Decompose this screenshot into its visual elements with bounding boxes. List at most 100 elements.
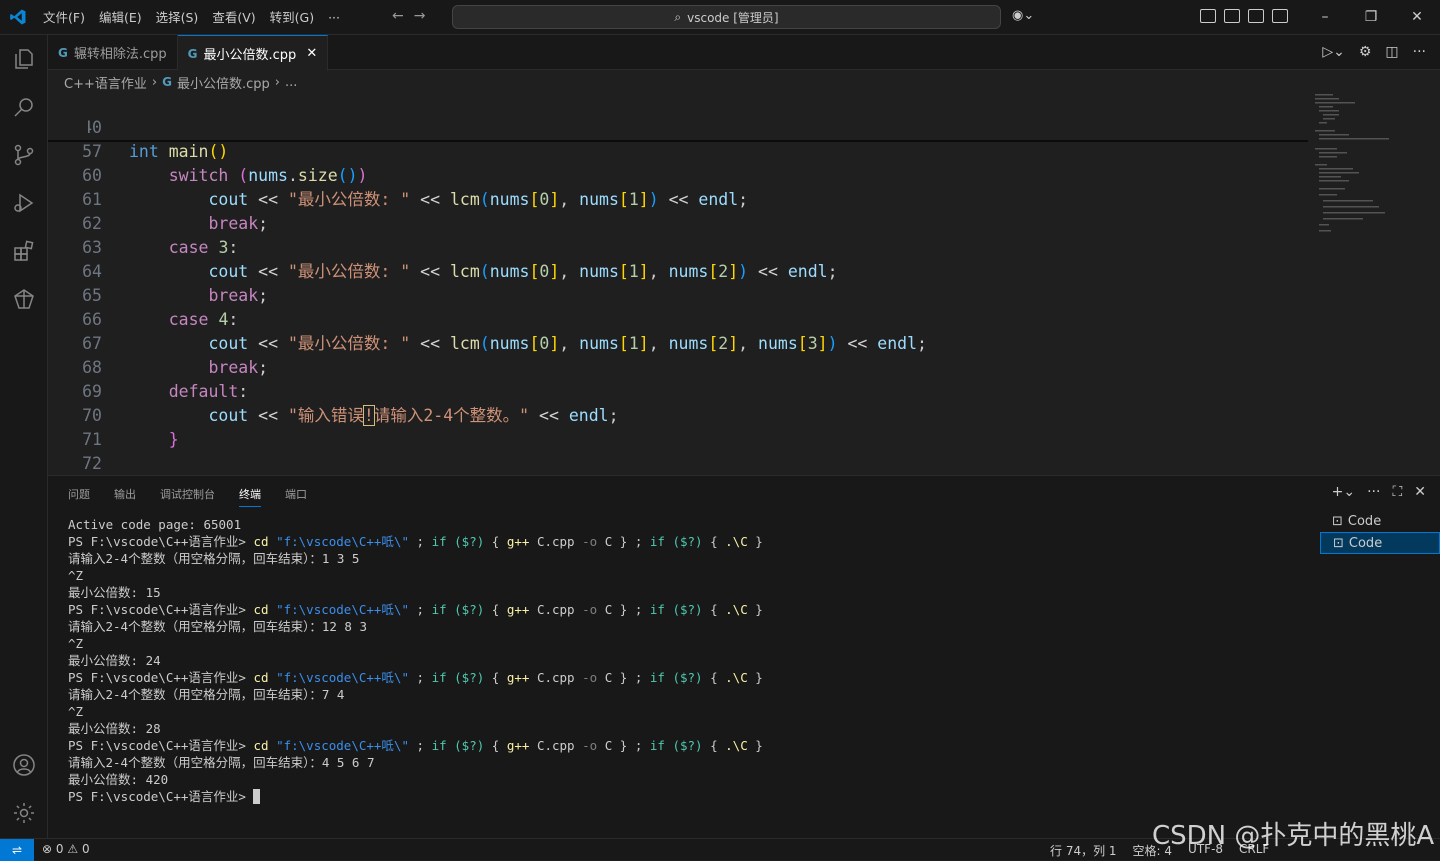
terminal-prompt-text: 请输入2-4个整数（用空格分隔，回车结束）：	[68, 619, 322, 634]
terminal-output[interactable]: Active code page: 65001 PS F:\vscode\C++…	[68, 516, 1298, 805]
problems-status[interactable]: ⊗ 0 ⚠ 0	[42, 842, 90, 856]
error-icon: ⊗	[42, 842, 53, 856]
breadcrumb-file[interactable]: 最小公倍数.cpp	[177, 73, 270, 92]
terminal-text: ($?)	[672, 602, 703, 617]
breadcrumb: C++语言作业 › G 最小公倍数.cpp › ...	[64, 72, 297, 92]
code-line: 71	[48, 404, 102, 449]
restore-icon[interactable]: ❐	[1348, 0, 1394, 35]
extensions-icon[interactable]	[0, 227, 48, 275]
code-token: 3	[807, 334, 818, 353]
terminal-text: ($?)	[672, 534, 703, 549]
run-debug-icon[interactable]	[0, 179, 48, 227]
terminal-item[interactable]: ⊡ Code	[1320, 510, 1440, 532]
terminal-text: ^Z	[68, 636, 84, 651]
code-line: 62 case 3:	[48, 188, 238, 257]
code-token: endl	[568, 406, 609, 425]
terminal-text: C.cpp	[529, 602, 583, 617]
account-icon[interactable]	[0, 741, 48, 789]
activity-bar	[0, 35, 48, 838]
tab-ports[interactable]: 端口	[285, 486, 307, 507]
toggle-panel-icon[interactable]	[1248, 9, 1264, 23]
title-bar: 文件(F) 编辑(E) 选择(S) 查看(V) 转到(G) ··· ← → ⌕ …	[0, 0, 1440, 35]
more-actions-icon[interactable]: ···	[1367, 484, 1380, 500]
search-view-icon[interactable]	[0, 83, 48, 131]
terminal-item-label: Code	[1347, 513, 1382, 529]
menu-more[interactable]: ···	[321, 0, 347, 35]
menu-file[interactable]: 文件(F)	[36, 0, 92, 35]
terminal-text: if	[431, 534, 447, 549]
terminal-icon: ⊡	[1333, 535, 1344, 551]
close-panel-icon[interactable]: ✕	[1414, 484, 1426, 500]
maximize-panel-icon[interactable]: ⛶	[1392, 484, 1402, 500]
menu-edit[interactable]: 编辑(E)	[92, 0, 149, 35]
minimize-icon[interactable]: –	[1302, 0, 1348, 35]
code-token: nums	[489, 262, 530, 281]
source-control-icon[interactable]	[0, 131, 48, 179]
terminal-text: "f:\vscode\C++呧\"	[276, 534, 409, 549]
terminal-text: -o	[582, 602, 598, 617]
cursor-position[interactable]: 行 74，列 1	[1050, 842, 1117, 859]
terminal-text: if	[649, 534, 665, 549]
command-center-search[interactable]: ⌕ vscode [管理员]	[452, 5, 1001, 29]
tab-lcm-file[interactable]: G 最小公倍数.cpp ✕	[177, 35, 329, 71]
split-editor-icon[interactable]: ◫	[1385, 44, 1398, 60]
error-count: 0	[55, 842, 64, 856]
editor-scrollbar[interactable]	[1426, 92, 1440, 475]
terminal-text: -o	[582, 534, 598, 549]
chevron-right-icon: ›	[151, 74, 158, 90]
terminal-text: }	[747, 670, 763, 685]
terminal-text: g++	[506, 738, 530, 753]
breadcrumb-more[interactable]: ...	[285, 75, 297, 90]
code-token: switch	[168, 166, 229, 185]
tab-terminal[interactable]: 终端	[239, 486, 261, 507]
minimap[interactable]	[1313, 92, 1423, 242]
toggle-secondary-sidebar-icon[interactable]	[1272, 9, 1288, 23]
code-token: 1	[628, 262, 639, 281]
settings-icon[interactable]: ⚙	[1359, 44, 1372, 60]
terminal-text: {	[484, 738, 507, 753]
terminal-text: cd	[253, 670, 269, 685]
toggle-primary-sidebar-icon[interactable]	[1224, 9, 1240, 23]
remote-explorer-icon[interactable]	[0, 275, 48, 323]
tab-output[interactable]: 输出	[114, 486, 136, 507]
code-token: lcm	[449, 334, 480, 353]
menu-selection[interactable]: 选择(S)	[149, 0, 206, 35]
code-token: endl	[698, 190, 739, 209]
terminal-text: {	[484, 602, 507, 617]
terminal-text: cd	[253, 738, 269, 753]
terminal-prompt: PS F:\vscode\C++语言作业>	[68, 602, 254, 617]
code-token: main	[168, 142, 209, 161]
more-actions-icon[interactable]: ···	[1413, 44, 1426, 60]
explorer-icon[interactable]	[0, 35, 48, 83]
code-token: case	[168, 310, 209, 329]
terminal-text: if	[649, 670, 665, 685]
tab-debug-console[interactable]: 调试控制台	[160, 486, 215, 507]
terminal-text: if	[649, 738, 665, 753]
remote-indicator-icon[interactable]: ⇌	[0, 839, 34, 861]
terminal-text: ($?)	[672, 670, 703, 685]
menu-go[interactable]: 转到(G)	[263, 0, 321, 35]
tab-gcd-file[interactable]: G 辗转相除法.cpp	[48, 35, 178, 70]
back-arrow-icon[interactable]: ←	[392, 8, 404, 24]
copilot-icon[interactable]: ◉⌄	[1012, 8, 1034, 23]
forward-arrow-icon[interactable]: →	[414, 8, 426, 24]
menu-view[interactable]: 查看(V)	[205, 0, 262, 35]
terminal-item[interactable]: ⊡ Code	[1320, 532, 1440, 554]
code-token: break	[208, 358, 259, 377]
customize-layout-icon[interactable]	[1200, 9, 1216, 23]
code-token: "最小公倍数: "	[287, 334, 411, 353]
code-editor[interactable]: 40 int main() 57 switch (nums.size()) 60…	[48, 92, 1440, 475]
breadcrumb-folder[interactable]: C++语言作业	[64, 73, 147, 92]
settings-gear-icon[interactable]	[0, 789, 48, 837]
terminal-text: if	[431, 602, 447, 617]
code-token: nums	[579, 334, 619, 353]
close-tab-icon[interactable]: ✕	[306, 46, 317, 61]
tab-problems[interactable]: 问题	[68, 486, 90, 507]
new-terminal-icon[interactable]: +⌄	[1332, 484, 1355, 500]
tab-label: 辗转相除法.cpp	[73, 47, 167, 62]
terminal-text: cd	[253, 534, 269, 549]
terminal-text: .\C	[725, 534, 748, 549]
close-window-icon[interactable]: ✕	[1394, 0, 1440, 35]
run-code-icon[interactable]: ▷⌄	[1322, 44, 1345, 60]
terminal-text: ;	[408, 670, 432, 685]
